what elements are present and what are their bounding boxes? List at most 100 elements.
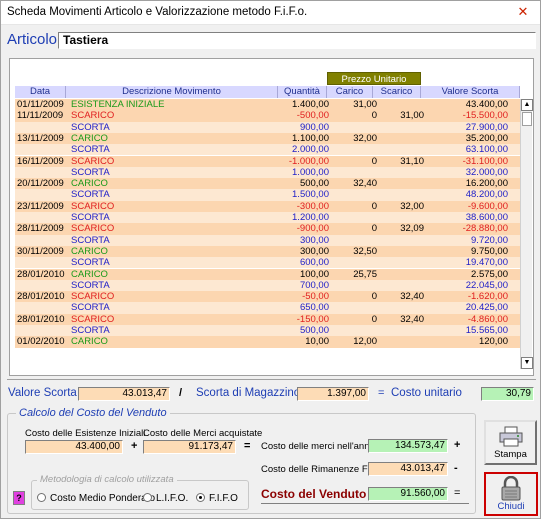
stampa-button[interactable]: Stampa bbox=[484, 420, 537, 465]
row-carico bbox=[332, 302, 377, 313]
help-button[interactable]: ? bbox=[13, 491, 25, 505]
col-header-quantita: Quantità bbox=[278, 86, 327, 98]
scorta-row[interactable]: SCORTA 2.000,00 63.100,00 bbox=[15, 144, 520, 156]
col-header-descrizione: Descrizione Movimento bbox=[66, 86, 278, 98]
row-date bbox=[17, 235, 69, 246]
row-scarico: 32,40 bbox=[400, 291, 424, 303]
radio-dot-icon bbox=[37, 493, 46, 502]
row-valore: 2.575,00 bbox=[471, 268, 508, 280]
row-date bbox=[17, 122, 69, 133]
row-quantity: 500,00 bbox=[299, 325, 329, 336]
movement-row[interactable]: 23/11/2009 SCARICO -300,00 0 32,00 -9.600,00 bbox=[15, 200, 520, 212]
row-valore: -1.620,00 bbox=[467, 291, 508, 303]
row-date: 20/11/2009 bbox=[17, 178, 64, 190]
row-quantity: -150,00 bbox=[296, 313, 329, 325]
stampa-label: Stampa bbox=[494, 449, 527, 460]
movement-row[interactable]: 16/11/2009 SCARICO -1.000,00 0 31,10 -31.100,… bbox=[15, 155, 520, 167]
row-description: SCORTA bbox=[71, 325, 110, 336]
scorta-row[interactable]: SCORTA 300,00 9.720,00 bbox=[15, 234, 520, 246]
row-description: SCORTA bbox=[71, 279, 110, 291]
row-date: 28/11/2009 bbox=[17, 223, 64, 235]
row-scarico bbox=[378, 144, 424, 155]
row-valore: 27.900,00 bbox=[465, 121, 508, 133]
row-carico: 0 bbox=[371, 155, 377, 167]
row-valore: -31.100,00 bbox=[462, 155, 508, 167]
row-carico bbox=[332, 144, 377, 155]
row-quantity: 900,00 bbox=[299, 121, 329, 133]
movements-grid: Prezzo Unitario Data Descrizione Movimen… bbox=[9, 58, 534, 376]
radio-costo-medio[interactable]: Costo Medio Ponderato bbox=[37, 493, 155, 504]
radio-fifo[interactable]: F.I.F.O bbox=[196, 493, 238, 504]
scorta-row[interactable]: SCORTA 500,00 15.565,00 bbox=[15, 325, 520, 337]
grid-scrollbar[interactable]: ▲ ▼ bbox=[520, 99, 533, 369]
scorta-row[interactable]: SCORTA 900,00 27.900,00 bbox=[15, 121, 520, 133]
scroll-thumb[interactable] bbox=[522, 112, 532, 126]
scorta-row[interactable]: SCORTA 1.000,00 32.000,00 bbox=[15, 166, 520, 179]
close-icon[interactable]: ✕ bbox=[510, 1, 536, 23]
row-valore: 43.400,00 bbox=[465, 99, 508, 110]
movement-row[interactable]: 20/11/2009 CARICO 500,00 32,40 16.200,00 bbox=[15, 178, 520, 190]
movement-row[interactable]: 11/11/2009 SCARICO -500,00 0 31,00 -15.500,00 bbox=[15, 110, 520, 122]
col-header-carico: Carico bbox=[327, 86, 373, 98]
lock-icon bbox=[501, 476, 521, 501]
separator bbox=[7, 379, 536, 380]
row-description: SCARICO bbox=[71, 223, 115, 235]
row-quantity: 1.100,00 bbox=[292, 132, 329, 144]
merci-anno-label: Costo delle merci nell'anno bbox=[261, 441, 375, 452]
acquistate-value: 91.173,47 bbox=[143, 440, 236, 454]
movement-row[interactable]: 01/11/2009 ESISTENZA INIZIALE 1.400,00 31,0… bbox=[15, 99, 520, 111]
scroll-down-icon[interactable]: ▼ bbox=[521, 357, 533, 369]
title-bar: Scheda Movimenti Articolo e Valorizzazio… bbox=[1, 1, 540, 25]
scorta-row[interactable]: SCORTA 700,00 22.045,00 bbox=[15, 279, 520, 292]
scorta-row[interactable]: SCORTA 600,00 19.470,00 bbox=[15, 257, 520, 269]
row-date: 16/11/2009 bbox=[17, 155, 64, 167]
row-quantity: 1.400,00 bbox=[292, 99, 329, 110]
row-date: 01/02/2010 bbox=[17, 336, 65, 348]
cdv-group-title: Calcolo del Costo del Venduto bbox=[16, 407, 170, 419]
row-quantity: 300,00 bbox=[299, 234, 329, 246]
row-scarico bbox=[378, 167, 424, 178]
row-date bbox=[17, 325, 69, 336]
movement-row[interactable]: 28/01/2010 SCARICO -50,00 0 32,40 -1.620,00 bbox=[15, 291, 520, 303]
row-carico: 0 bbox=[371, 223, 377, 235]
movement-row[interactable]: 28/01/2010 CARICO 100,00 25,75 2.575,00 bbox=[15, 268, 520, 280]
row-carico: 0 bbox=[371, 291, 377, 303]
row-quantity: 100,00 bbox=[299, 268, 329, 280]
articolo-field[interactable]: Tastiera bbox=[58, 32, 536, 49]
row-valore: 120,00 bbox=[478, 336, 508, 348]
metodologia-title: Metodologia di calcolo utilizzata bbox=[37, 474, 177, 485]
costo-unitario-label: Costo unitario bbox=[391, 387, 462, 399]
scorta-row[interactable]: SCORTA 650,00 20.425,00 bbox=[15, 302, 520, 314]
row-quantity: 700,00 bbox=[299, 279, 329, 291]
row-scarico bbox=[378, 178, 424, 189]
row-scarico bbox=[378, 99, 424, 110]
row-date bbox=[17, 302, 69, 313]
row-valore: 19.470,00 bbox=[465, 257, 508, 269]
chiudi-label: Chiudi bbox=[497, 501, 525, 512]
radio-label: Costo Medio Ponderato bbox=[50, 493, 156, 504]
movement-row[interactable]: 01/02/2010 CARICO 10,00 12,00 120,00 bbox=[15, 336, 520, 348]
movement-row[interactable]: 28/11/2009 SCARICO -900,00 0 32,09 -28.880,00 bbox=[15, 223, 520, 235]
row-carico bbox=[332, 212, 377, 223]
movement-row[interactable]: 30/11/2009 CARICO 300,00 32,50 9.750,00 bbox=[15, 245, 520, 258]
costo-unitario-value: 30,79 bbox=[481, 387, 534, 401]
movement-row[interactable]: 28/01/2010 SCARICO -150,00 0 32,40 -4.860,00 bbox=[15, 313, 520, 325]
row-carico: 32,50 bbox=[353, 245, 377, 257]
valore-scorta-value: 43.013,47 bbox=[78, 387, 170, 401]
row-scarico bbox=[378, 122, 424, 133]
movement-row[interactable]: 13/11/2009 CARICO 1.100,00 32,00 35.200,00 bbox=[15, 132, 520, 145]
scroll-up-icon[interactable]: ▲ bbox=[521, 99, 533, 111]
rimanenze-value: 43.013,47 bbox=[368, 462, 448, 476]
scorta-row[interactable]: SCORTA 1.200,00 38.600,00 bbox=[15, 212, 520, 224]
row-valore: 16.200,00 bbox=[465, 178, 508, 190]
row-quantity: -500,00 bbox=[296, 110, 329, 122]
articolo-label: Articolo bbox=[7, 31, 58, 48]
rimanenze-label: Costo delle Rimanenze Finali bbox=[261, 464, 385, 475]
row-carico bbox=[332, 167, 377, 178]
chiudi-button[interactable]: Chiudi bbox=[484, 472, 538, 516]
row-date: 28/01/2010 bbox=[17, 268, 65, 280]
row-scarico: 32,40 bbox=[400, 313, 424, 325]
row-quantity: 300,00 bbox=[299, 245, 329, 257]
scorta-row[interactable]: SCORTA 1.500,00 48.200,00 bbox=[15, 189, 520, 201]
radio-lifo[interactable]: L.I.F.O. bbox=[143, 493, 188, 504]
